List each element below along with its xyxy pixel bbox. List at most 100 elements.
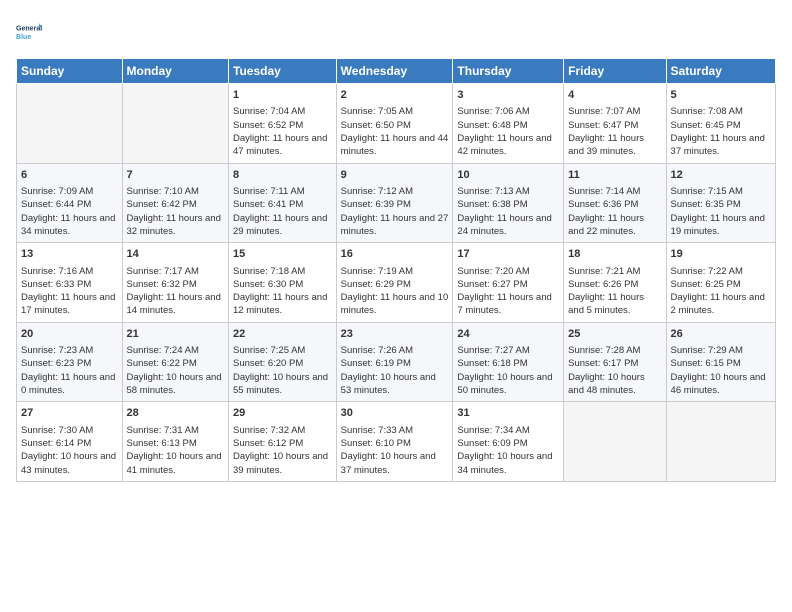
daylight-text: Daylight: 11 hours and 5 minutes. xyxy=(568,292,644,316)
sunrise-text: Sunrise: 7:14 AM xyxy=(568,186,640,197)
sunrise-text: Sunrise: 7:17 AM xyxy=(127,266,199,277)
sunset-text: Sunset: 6:39 PM xyxy=(341,199,411,210)
sunrise-text: Sunrise: 7:21 AM xyxy=(568,266,640,277)
calendar-cell: 23Sunrise: 7:26 AMSunset: 6:19 PMDayligh… xyxy=(336,322,453,402)
day-number: 30 xyxy=(341,406,449,421)
sunrise-text: Sunrise: 7:08 AM xyxy=(671,106,743,117)
sunrise-text: Sunrise: 7:31 AM xyxy=(127,425,199,436)
daylight-text: Daylight: 11 hours and 19 minutes. xyxy=(671,213,765,237)
calendar-cell: 5Sunrise: 7:08 AMSunset: 6:45 PMDaylight… xyxy=(666,84,775,164)
calendar-cell: 19Sunrise: 7:22 AMSunset: 6:25 PMDayligh… xyxy=(666,243,775,323)
sunrise-text: Sunrise: 7:10 AM xyxy=(127,186,199,197)
calendar-cell: 14Sunrise: 7:17 AMSunset: 6:32 PMDayligh… xyxy=(122,243,228,323)
calendar-cell: 25Sunrise: 7:28 AMSunset: 6:17 PMDayligh… xyxy=(564,322,666,402)
calendar-week-1: 1Sunrise: 7:04 AMSunset: 6:52 PMDaylight… xyxy=(17,84,776,164)
day-number: 1 xyxy=(233,88,332,103)
daylight-text: Daylight: 11 hours and 39 minutes. xyxy=(568,133,644,157)
daylight-text: Daylight: 11 hours and 32 minutes. xyxy=(127,213,221,237)
header-friday: Friday xyxy=(564,59,666,84)
day-number: 21 xyxy=(127,327,224,342)
day-number: 22 xyxy=(233,327,332,342)
daylight-text: Daylight: 10 hours and 46 minutes. xyxy=(671,372,766,396)
day-number: 15 xyxy=(233,247,332,262)
day-number: 2 xyxy=(341,88,449,103)
day-number: 6 xyxy=(21,168,118,183)
page-header: General Blue xyxy=(16,16,776,48)
sunrise-text: Sunrise: 7:25 AM xyxy=(233,345,305,356)
sunrise-text: Sunrise: 7:29 AM xyxy=(671,345,743,356)
daylight-text: Daylight: 11 hours and 37 minutes. xyxy=(671,133,765,157)
daylight-text: Daylight: 11 hours and 22 minutes. xyxy=(568,213,644,237)
sunset-text: Sunset: 6:25 PM xyxy=(671,279,741,290)
daylight-text: Daylight: 11 hours and 27 minutes. xyxy=(341,213,449,237)
sunset-text: Sunset: 6:12 PM xyxy=(233,438,303,449)
daylight-text: Daylight: 11 hours and 12 minutes. xyxy=(233,292,327,316)
daylight-text: Daylight: 11 hours and 0 minutes. xyxy=(21,372,115,396)
calendar-cell: 24Sunrise: 7:27 AMSunset: 6:18 PMDayligh… xyxy=(453,322,564,402)
day-number: 4 xyxy=(568,88,661,103)
day-number: 24 xyxy=(457,327,559,342)
daylight-text: Daylight: 11 hours and 44 minutes. xyxy=(341,133,449,157)
day-number: 14 xyxy=(127,247,224,262)
sunset-text: Sunset: 6:15 PM xyxy=(671,358,741,369)
sunrise-text: Sunrise: 7:27 AM xyxy=(457,345,529,356)
sunset-text: Sunset: 6:23 PM xyxy=(21,358,91,369)
calendar-cell: 17Sunrise: 7:20 AMSunset: 6:27 PMDayligh… xyxy=(453,243,564,323)
calendar-cell: 26Sunrise: 7:29 AMSunset: 6:15 PMDayligh… xyxy=(666,322,775,402)
day-number: 10 xyxy=(457,168,559,183)
day-number: 29 xyxy=(233,406,332,421)
calendar-cell: 28Sunrise: 7:31 AMSunset: 6:13 PMDayligh… xyxy=(122,402,228,482)
calendar-week-4: 20Sunrise: 7:23 AMSunset: 6:23 PMDayligh… xyxy=(17,322,776,402)
calendar-table: SundayMondayTuesdayWednesdayThursdayFrid… xyxy=(16,58,776,482)
calendar-week-3: 13Sunrise: 7:16 AMSunset: 6:33 PMDayligh… xyxy=(17,243,776,323)
sunset-text: Sunset: 6:09 PM xyxy=(457,438,527,449)
svg-text:Blue: Blue xyxy=(16,34,31,41)
sunrise-text: Sunrise: 7:13 AM xyxy=(457,186,529,197)
sunrise-text: Sunrise: 7:07 AM xyxy=(568,106,640,117)
calendar-cell: 6Sunrise: 7:09 AMSunset: 6:44 PMDaylight… xyxy=(17,163,123,243)
sunrise-text: Sunrise: 7:11 AM xyxy=(233,186,305,197)
sunrise-text: Sunrise: 7:05 AM xyxy=(341,106,413,117)
calendar-cell: 7Sunrise: 7:10 AMSunset: 6:42 PMDaylight… xyxy=(122,163,228,243)
calendar-cell: 2Sunrise: 7:05 AMSunset: 6:50 PMDaylight… xyxy=(336,84,453,164)
daylight-text: Daylight: 10 hours and 53 minutes. xyxy=(341,372,436,396)
sunrise-text: Sunrise: 7:28 AM xyxy=(568,345,640,356)
sunset-text: Sunset: 6:18 PM xyxy=(457,358,527,369)
sunrise-text: Sunrise: 7:06 AM xyxy=(457,106,529,117)
sunset-text: Sunset: 6:13 PM xyxy=(127,438,197,449)
header-monday: Monday xyxy=(122,59,228,84)
day-number: 16 xyxy=(341,247,449,262)
calendar-cell: 29Sunrise: 7:32 AMSunset: 6:12 PMDayligh… xyxy=(229,402,337,482)
day-number: 17 xyxy=(457,247,559,262)
calendar-cell: 21Sunrise: 7:24 AMSunset: 6:22 PMDayligh… xyxy=(122,322,228,402)
calendar-cell: 10Sunrise: 7:13 AMSunset: 6:38 PMDayligh… xyxy=(453,163,564,243)
sunrise-text: Sunrise: 7:15 AM xyxy=(671,186,743,197)
daylight-text: Daylight: 10 hours and 34 minutes. xyxy=(457,451,552,475)
day-number: 18 xyxy=(568,247,661,262)
sunrise-text: Sunrise: 7:09 AM xyxy=(21,186,93,197)
daylight-text: Daylight: 10 hours and 43 minutes. xyxy=(21,451,116,475)
header-sunday: Sunday xyxy=(17,59,123,84)
daylight-text: Daylight: 11 hours and 42 minutes. xyxy=(457,133,551,157)
logo: General Blue xyxy=(16,16,52,48)
header-tuesday: Tuesday xyxy=(229,59,337,84)
sunrise-text: Sunrise: 7:18 AM xyxy=(233,266,305,277)
calendar-cell: 13Sunrise: 7:16 AMSunset: 6:33 PMDayligh… xyxy=(17,243,123,323)
daylight-text: Daylight: 11 hours and 7 minutes. xyxy=(457,292,551,316)
day-number: 8 xyxy=(233,168,332,183)
sunset-text: Sunset: 6:47 PM xyxy=(568,120,638,131)
daylight-text: Daylight: 11 hours and 29 minutes. xyxy=(233,213,327,237)
day-number: 7 xyxy=(127,168,224,183)
daylight-text: Daylight: 10 hours and 55 minutes. xyxy=(233,372,328,396)
day-number: 23 xyxy=(341,327,449,342)
calendar-cell xyxy=(17,84,123,164)
svg-text:General: General xyxy=(16,26,42,33)
sunset-text: Sunset: 6:44 PM xyxy=(21,199,91,210)
calendar-cell xyxy=(666,402,775,482)
sunrise-text: Sunrise: 7:16 AM xyxy=(21,266,93,277)
sunrise-text: Sunrise: 7:22 AM xyxy=(671,266,743,277)
calendar-cell: 3Sunrise: 7:06 AMSunset: 6:48 PMDaylight… xyxy=(453,84,564,164)
sunrise-text: Sunrise: 7:34 AM xyxy=(457,425,529,436)
daylight-text: Daylight: 11 hours and 47 minutes. xyxy=(233,133,327,157)
sunset-text: Sunset: 6:38 PM xyxy=(457,199,527,210)
